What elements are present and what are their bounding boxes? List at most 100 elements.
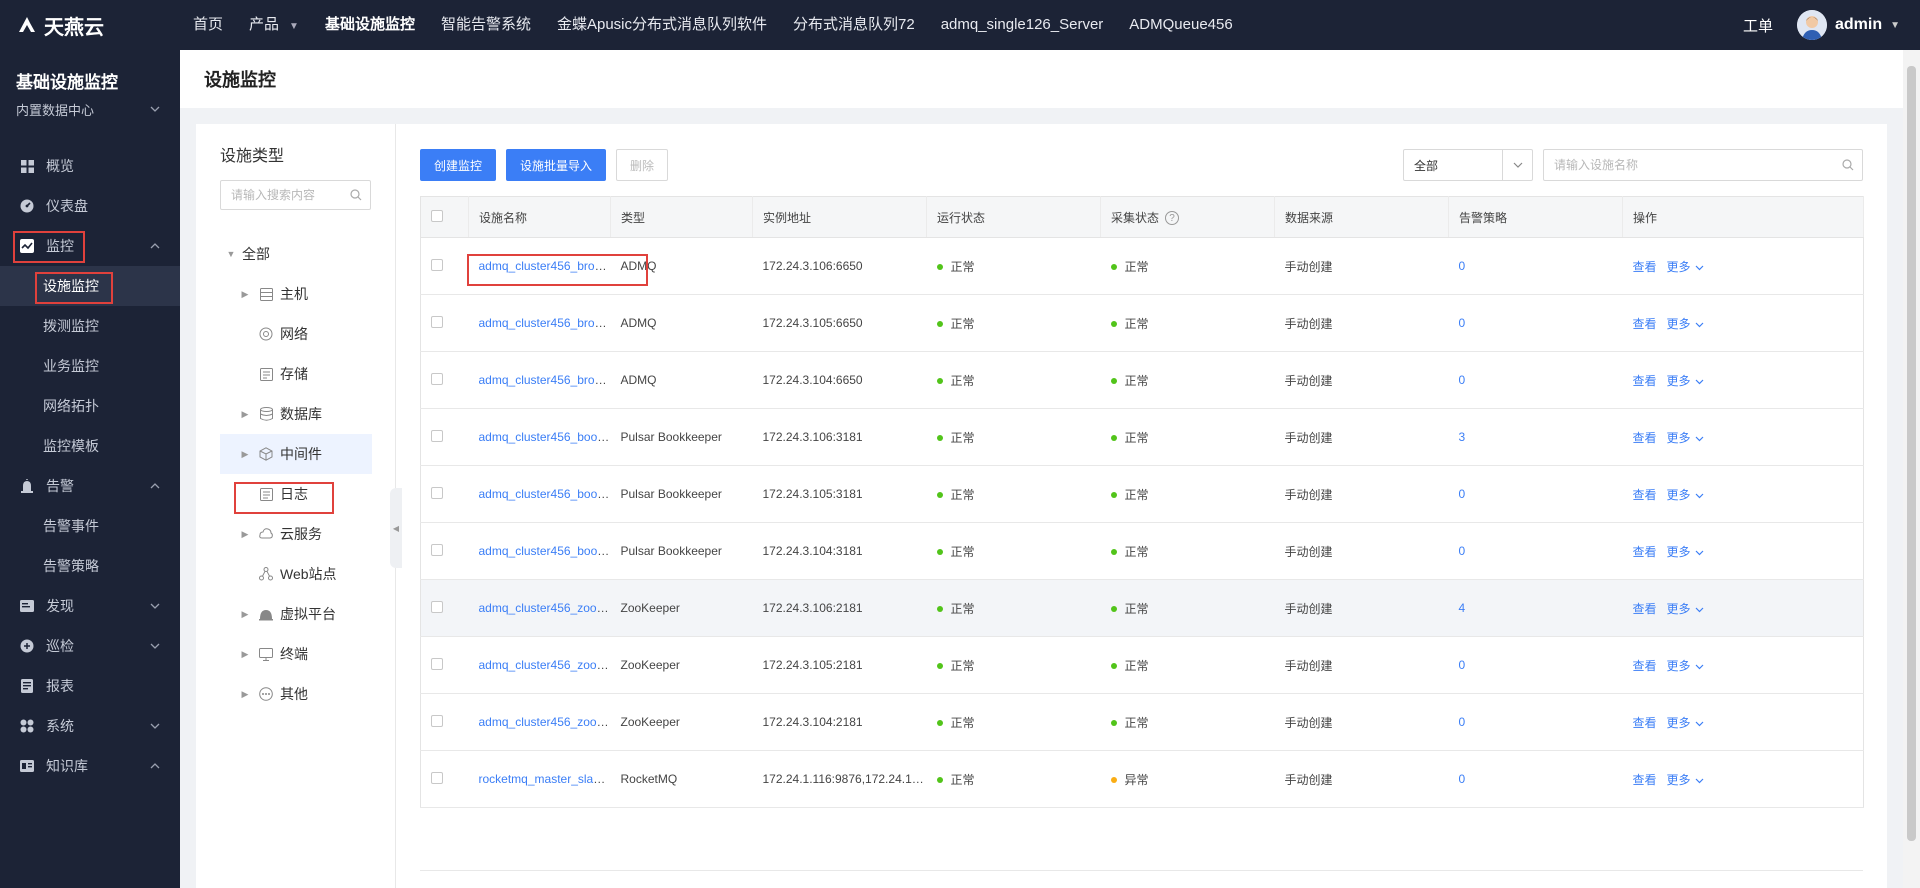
- topnav-item[interactable]: 分布式消息队列72: [780, 0, 928, 50]
- help-icon[interactable]: ?: [1165, 211, 1180, 226]
- batch-import-button[interactable]: 设施批量导入: [506, 149, 607, 181]
- sidebar-item[interactable]: 巡检: [0, 626, 180, 666]
- more-link[interactable]: 更多: [1667, 773, 1704, 787]
- column-header-source[interactable]: 数据来源: [1274, 196, 1449, 238]
- more-link[interactable]: 更多: [1667, 716, 1704, 730]
- row-checkbox[interactable]: [431, 771, 443, 784]
- row-checkbox[interactable]: [431, 600, 443, 613]
- facility-name-link[interactable]: admq_cluster456_bookkeeper_172.24.3.105: [479, 487, 611, 501]
- sidebar-subitem[interactable]: 监控模板: [0, 426, 180, 466]
- policy-count-link[interactable]: 0: [1459, 373, 1466, 387]
- column-header-collect-status[interactable]: 采集状态?: [1100, 196, 1275, 238]
- sidebar-item[interactable]: 概览: [0, 146, 180, 186]
- topnav-item[interactable]: 首页: [180, 0, 236, 50]
- tree-search-input[interactable]: [221, 181, 341, 209]
- select-all-checkbox[interactable]: [431, 209, 443, 222]
- tree-node[interactable]: ▶ 终端: [196, 634, 395, 674]
- sidebar-item[interactable]: 仪表盘: [0, 186, 180, 226]
- tree-node[interactable]: Web站点: [196, 554, 395, 594]
- tree-collapse-handle[interactable]: ◀: [390, 488, 402, 568]
- sidebar-subitem[interactable]: 业务监控: [0, 346, 180, 386]
- sidebar-subitem[interactable]: 设施监控: [0, 266, 180, 306]
- tree-node[interactable]: 网络: [196, 314, 395, 354]
- sidebar-subitem[interactable]: 告警事件: [0, 506, 180, 546]
- ticket-link[interactable]: 工单: [1743, 15, 1773, 36]
- policy-count-link[interactable]: 0: [1459, 259, 1466, 273]
- facility-name-link[interactable]: admq_cluster456_broker_172.24.3.105: [479, 316, 611, 330]
- table-row[interactable]: admq_cluster456_zookeeper_172.24.3.104Zo…: [420, 693, 1864, 751]
- sidebar-item[interactable]: 告警: [0, 466, 180, 506]
- facility-search-input[interactable]: [1544, 150, 1824, 180]
- policy-count-link[interactable]: 0: [1459, 487, 1466, 501]
- view-link[interactable]: 查看: [1633, 773, 1657, 787]
- page-scrollbar[interactable]: [1903, 50, 1920, 888]
- more-link[interactable]: 更多: [1667, 374, 1704, 388]
- topnav-item[interactable]: 产品 ▼: [236, 0, 312, 50]
- user-menu-caret-icon[interactable]: ▼: [1890, 20, 1900, 31]
- column-header-address[interactable]: 实例地址: [752, 196, 927, 238]
- tree-node[interactable]: ▶ 其他: [196, 674, 395, 714]
- row-checkbox[interactable]: [431, 315, 443, 328]
- topnav-item[interactable]: admq_single126_Server: [928, 0, 1117, 50]
- facility-name-link[interactable]: admq_cluster456_zookeeper_172.24.3.104: [479, 715, 611, 729]
- more-link[interactable]: 更多: [1667, 317, 1704, 331]
- sidebar-item[interactable]: 系统: [0, 706, 180, 746]
- column-header-name[interactable]: 设施名称: [468, 196, 611, 238]
- topnav-item[interactable]: 金蝶Apusic分布式消息队列软件: [544, 0, 780, 50]
- row-checkbox[interactable]: [431, 714, 443, 727]
- sidebar-subitem[interactable]: 告警策略: [0, 546, 180, 586]
- username[interactable]: admin: [1835, 16, 1882, 34]
- brand-logo[interactable]: 天燕云: [0, 0, 180, 50]
- row-checkbox[interactable]: [431, 258, 443, 271]
- tree-node[interactable]: ▶ 数据库: [196, 394, 395, 434]
- tree-node[interactable]: ▶ 虚拟平台: [196, 594, 395, 634]
- topnav-item[interactable]: 智能告警系统: [428, 0, 544, 50]
- view-link[interactable]: 查看: [1633, 659, 1657, 673]
- more-link[interactable]: 更多: [1667, 659, 1704, 673]
- table-row[interactable]: admq_cluster456_broker_172.24.3.104ADMQ1…: [420, 351, 1864, 409]
- view-link[interactable]: 查看: [1633, 260, 1657, 274]
- table-row[interactable]: admq_cluster456_bookkeeper_172.24.3.104P…: [420, 522, 1864, 580]
- row-checkbox[interactable]: [431, 429, 443, 442]
- policy-count-link[interactable]: 0: [1459, 544, 1466, 558]
- column-header-policy[interactable]: 告警策略: [1448, 196, 1623, 238]
- facility-name-link[interactable]: admq_cluster456_bookkeeper_172.24.3.106: [479, 430, 611, 444]
- policy-count-link[interactable]: 3: [1459, 430, 1466, 444]
- view-link[interactable]: 查看: [1633, 716, 1657, 730]
- facility-name-link[interactable]: admq_cluster456_bookkeeper_172.24.3.104: [479, 544, 611, 558]
- more-link[interactable]: 更多: [1667, 545, 1704, 559]
- tree-node[interactable]: ▶ 主机: [196, 274, 395, 314]
- topnav-item[interactable]: ADMQueue456: [1116, 0, 1245, 50]
- row-checkbox[interactable]: [431, 486, 443, 499]
- more-link[interactable]: 更多: [1667, 431, 1704, 445]
- sidebar-item[interactable]: 报表: [0, 666, 180, 706]
- tree-node[interactable]: ▶ 云服务: [196, 514, 395, 554]
- view-link[interactable]: 查看: [1633, 317, 1657, 331]
- sidebar-item[interactable]: 发现: [0, 586, 180, 626]
- table-row[interactable]: admq_cluster456_zookeeper_172.24.3.105Zo…: [420, 636, 1864, 694]
- column-header-run-status[interactable]: 运行状态: [926, 196, 1101, 238]
- view-link[interactable]: 查看: [1633, 602, 1657, 616]
- more-link[interactable]: 更多: [1667, 260, 1704, 274]
- tree-node[interactable]: 存储: [196, 354, 395, 394]
- table-row[interactable]: admq_cluster456_bookkeeper_172.24.3.105P…: [420, 465, 1864, 523]
- table-row[interactable]: rocketmq_master_slave1_172.24.1.116Rocke…: [420, 750, 1864, 808]
- policy-count-link[interactable]: 0: [1459, 715, 1466, 729]
- facility-name-link[interactable]: admq_cluster456_zookeeper_172.24.3.105: [479, 658, 611, 672]
- more-link[interactable]: 更多: [1667, 488, 1704, 502]
- sidebar-item[interactable]: 知识库: [0, 746, 180, 786]
- search-icon[interactable]: [1842, 159, 1854, 171]
- column-header-type[interactable]: 类型: [610, 196, 753, 238]
- status-filter-select[interactable]: 全部: [1403, 149, 1533, 181]
- policy-count-link[interactable]: 0: [1459, 772, 1466, 786]
- sidebar-item[interactable]: 监控: [0, 226, 180, 266]
- facility-name-link[interactable]: rocketmq_master_slave1_172.24.1.116: [479, 772, 611, 786]
- row-checkbox[interactable]: [431, 543, 443, 556]
- more-link[interactable]: 更多: [1667, 602, 1704, 616]
- view-link[interactable]: 查看: [1633, 488, 1657, 502]
- row-checkbox[interactable]: [431, 372, 443, 385]
- view-link[interactable]: 查看: [1633, 431, 1657, 445]
- datacenter-select[interactable]: 内置数据中心: [0, 92, 180, 126]
- topnav-item[interactable]: 基础设施监控: [312, 0, 428, 50]
- view-link[interactable]: 查看: [1633, 545, 1657, 559]
